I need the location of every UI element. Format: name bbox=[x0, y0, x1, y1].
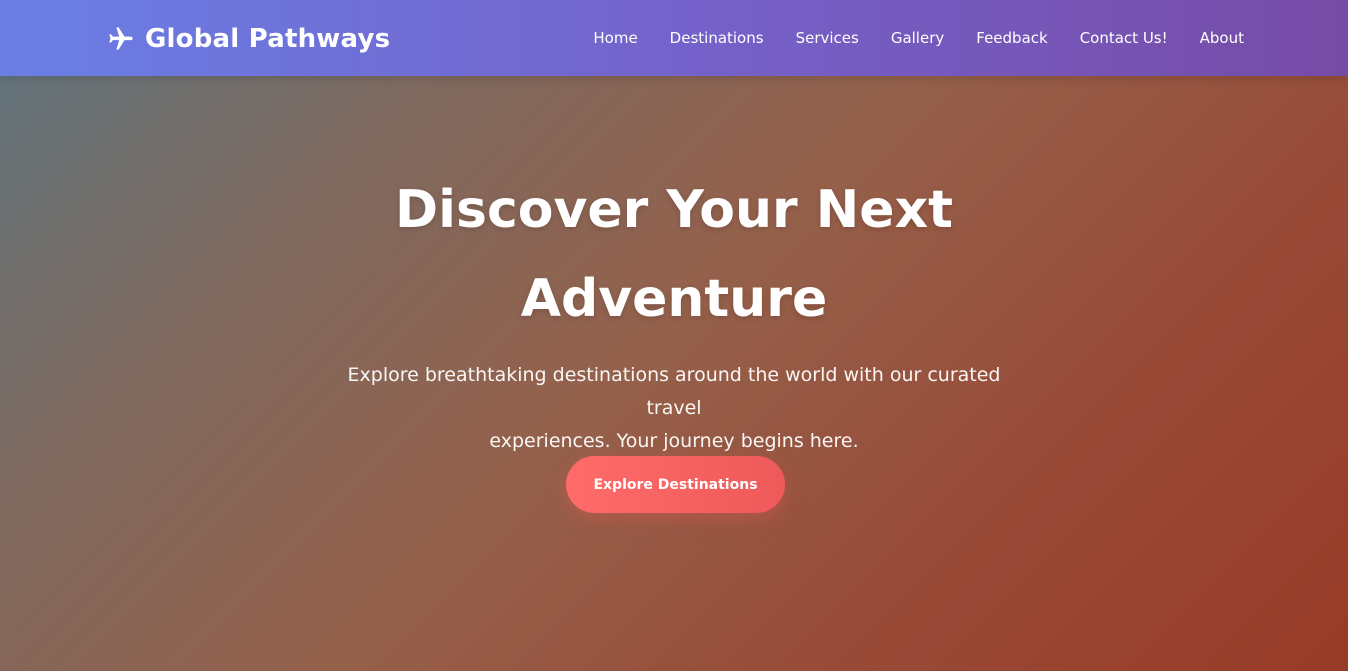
hero-title-line-2: Adventure bbox=[520, 269, 828, 329]
hero-section: Discover Your Next Adventure Explore bre… bbox=[0, 76, 1348, 671]
hero-subtitle-line-2: experiences. Your journey begins here. bbox=[489, 430, 859, 452]
page: Global Pathways Home Destinations Servic… bbox=[0, 0, 1348, 671]
main-nav: Home Destinations Services Gallery Feedb… bbox=[561, 26, 1244, 50]
hero-subtitle-line-1: Explore breathtaking destinations around… bbox=[347, 364, 1001, 419]
explore-destinations-button[interactable]: Explore Destinations bbox=[566, 456, 785, 513]
nav-link-contact[interactable]: Contact Us! bbox=[1080, 26, 1168, 50]
navbar: Global Pathways Home Destinations Servic… bbox=[0, 0, 1348, 76]
nav-link-services[interactable]: Services bbox=[796, 26, 859, 50]
brand-logo[interactable]: Global Pathways bbox=[107, 20, 390, 58]
airplane-icon bbox=[109, 27, 133, 50]
nav-link-about[interactable]: About bbox=[1200, 26, 1244, 50]
nav-link-destinations[interactable]: Destinations bbox=[670, 26, 764, 50]
hero-title-line-1: Discover Your Next bbox=[395, 180, 953, 240]
brand-name: Global Pathways bbox=[145, 24, 391, 54]
nav-link-feedback[interactable]: Feedback bbox=[976, 26, 1047, 50]
hero-title: Discover Your Next Adventure bbox=[324, 166, 1024, 344]
nav-link-home[interactable]: Home bbox=[593, 26, 637, 50]
hero-subtitle: Explore breathtaking destinations around… bbox=[324, 359, 1024, 458]
nav-link-gallery[interactable]: Gallery bbox=[891, 26, 944, 50]
